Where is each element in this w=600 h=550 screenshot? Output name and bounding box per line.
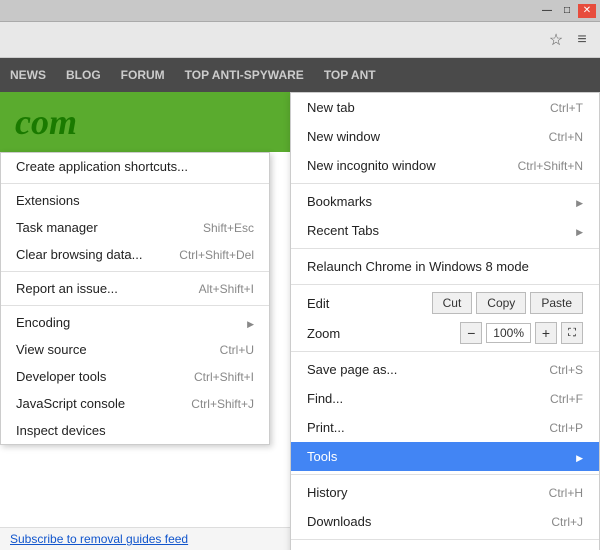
- menu-sep-2: [291, 248, 599, 249]
- submenu-item-encoding[interactable]: Encoding: [1, 309, 269, 336]
- submenu-item-developer-tools[interactable]: Developer tools Ctrl+Shift+I: [1, 363, 269, 390]
- menu-item-sign-in[interactable]: Sign in to Chrome...: [291, 543, 599, 550]
- bookmarks-arrow-icon: [576, 194, 583, 209]
- menu-item-print[interactable]: Print... Ctrl+P: [291, 413, 599, 442]
- submenu-item-clear-browsing[interactable]: Clear browsing data... Ctrl+Shift+Del: [1, 241, 269, 268]
- menu-sep-1: [291, 183, 599, 184]
- zoom-minus-button[interactable]: −: [460, 322, 482, 344]
- menu-item-save-page[interactable]: Save page as... Ctrl+S: [291, 355, 599, 384]
- menu-item-new-tab[interactable]: New tab Ctrl+T: [291, 93, 599, 122]
- browser-toolbar: ☆ ≡: [0, 22, 600, 58]
- submenu-item-report-issue[interactable]: Report an issue... Alt+Shift+I: [1, 275, 269, 302]
- logo-text: com: [15, 101, 77, 143]
- nav-item-top-anti-spyware[interactable]: TOP ANTI-SPYWARE: [185, 68, 304, 82]
- submenu-item-create-shortcuts[interactable]: Create application shortcuts...: [1, 153, 269, 180]
- submenu-item-view-source[interactable]: View source Ctrl+U: [1, 336, 269, 363]
- menu-item-bookmarks[interactable]: Bookmarks: [291, 187, 599, 216]
- menu-item-downloads[interactable]: Downloads Ctrl+J: [291, 507, 599, 536]
- toolbar-right: ☆ ≡: [546, 30, 592, 50]
- bookmark-icon[interactable]: ☆: [546, 30, 566, 50]
- submenu-item-inspect-devices[interactable]: Inspect devices: [1, 417, 269, 444]
- zoom-plus-button[interactable]: +: [535, 322, 557, 344]
- tools-submenu: Create application shortcuts... Extensio…: [0, 152, 270, 445]
- submenu-item-extensions[interactable]: Extensions: [1, 187, 269, 214]
- submenu-separator-2: [1, 271, 269, 272]
- submenu-item-javascript-console[interactable]: JavaScript console Ctrl+Shift+J: [1, 390, 269, 417]
- submenu-separator-3: [1, 305, 269, 306]
- cut-button[interactable]: Cut: [432, 292, 473, 314]
- copy-button[interactable]: Copy: [476, 292, 526, 314]
- menu-sep-6: [291, 539, 599, 540]
- zoom-fullscreen-button[interactable]: ⛶: [561, 322, 583, 344]
- menu-item-relaunch[interactable]: Relaunch Chrome in Windows 8 mode: [291, 252, 599, 281]
- nav-item-news[interactable]: NEWS: [10, 68, 46, 82]
- submenu-item-task-manager[interactable]: Task manager Shift+Esc: [1, 214, 269, 241]
- menu-item-new-window[interactable]: New window Ctrl+N: [291, 122, 599, 151]
- submenu-separator-1: [1, 183, 269, 184]
- zoom-row: Zoom − 100% + ⛶: [291, 318, 599, 348]
- menu-item-find[interactable]: Find... Ctrl+F: [291, 384, 599, 413]
- close-button[interactable]: ✕: [578, 4, 596, 18]
- menu-sep-4: [291, 351, 599, 352]
- nav-item-top-ant[interactable]: TOP ANT: [324, 68, 376, 82]
- menu-sep-3: [291, 284, 599, 285]
- tools-arrow-icon: [576, 449, 583, 464]
- window-titlebar: — □ ✕: [0, 0, 600, 22]
- menu-item-new-incognito[interactable]: New incognito window Ctrl+Shift+N: [291, 151, 599, 180]
- paste-button[interactable]: Paste: [530, 292, 583, 314]
- chrome-menu: New tab Ctrl+T New window Ctrl+N New inc…: [290, 92, 600, 550]
- menu-icon[interactable]: ≡: [572, 30, 592, 50]
- menu-item-recent-tabs[interactable]: Recent Tabs: [291, 216, 599, 245]
- nav-item-forum[interactable]: FORUM: [121, 68, 165, 82]
- edit-row: Edit Cut Copy Paste: [291, 288, 599, 318]
- zoom-value: 100%: [486, 323, 531, 343]
- menu-sep-5: [291, 474, 599, 475]
- nav-bar: NEWS BLOG FORUM TOP ANTI-SPYWARE TOP ANT: [0, 58, 600, 92]
- recent-tabs-arrow-icon: [576, 223, 583, 238]
- minimize-button[interactable]: —: [538, 4, 556, 18]
- encoding-arrow-icon: [247, 315, 254, 330]
- menu-item-tools[interactable]: Tools: [291, 442, 599, 471]
- menu-item-history[interactable]: History Ctrl+H: [291, 478, 599, 507]
- nav-item-blog[interactable]: BLOG: [66, 68, 101, 82]
- maximize-button[interactable]: □: [558, 4, 576, 18]
- page-content: com tions, PC security com Create applic…: [0, 92, 600, 550]
